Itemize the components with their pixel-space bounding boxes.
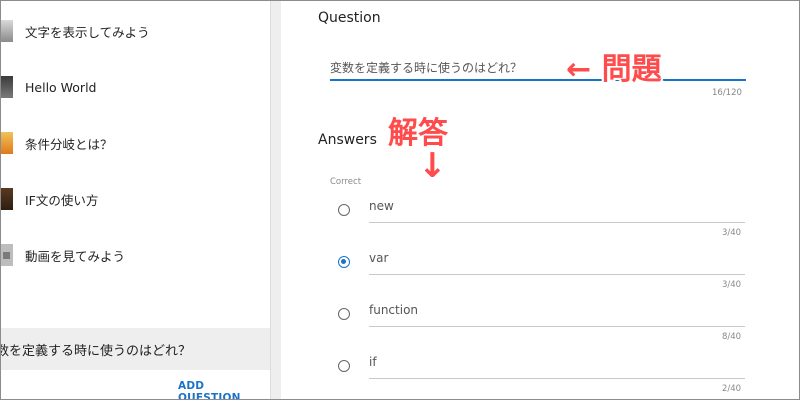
- question-heading: Question: [318, 10, 381, 26]
- sidebar: 文字を表示してみよう Hello World 条件分岐とは？ IF文の使い方 動…: [0, 0, 270, 400]
- panel-divider: [270, 0, 281, 400]
- sidebar-item-if-statement[interactable]: IF文の使い方: [0, 179, 270, 219]
- question-editor: Question 変数を定義する時に使うのはどれ？ 16/120 Answers…: [282, 0, 800, 400]
- video-placeholder-icon: [0, 244, 13, 266]
- sidebar-item-label: 動画を見てみよう: [25, 248, 126, 264]
- sidebar-item-label: 数を定義する時に使うのはどれ？: [0, 343, 192, 359]
- answer-row: var 3/40: [282, 247, 800, 299]
- correct-radio-selected[interactable]: [338, 256, 350, 268]
- answer-char-counter: 2/40: [722, 384, 742, 394]
- sidebar-item-label: 条件分岐とは？: [25, 136, 113, 152]
- thumbnail-image: [0, 20, 13, 42]
- answer-input[interactable]: if: [369, 355, 745, 379]
- correct-radio[interactable]: [338, 360, 350, 372]
- sidebar-item-video[interactable]: 動画を見てみよう: [0, 235, 270, 275]
- sidebar-item-label: Hello World: [25, 79, 97, 95]
- thumbnail-image: [0, 188, 13, 210]
- answer-input[interactable]: var: [369, 251, 745, 275]
- answer-char-counter: 3/40: [722, 280, 742, 290]
- answer-row: if 2/40: [282, 351, 800, 400]
- sidebar-item-label: 文字を表示してみよう: [25, 24, 150, 40]
- answer-char-counter: 8/40: [722, 332, 742, 342]
- correct-column-label: Correct: [330, 177, 362, 187]
- question-input[interactable]: 変数を定義する時に使うのはどれ？: [330, 55, 746, 81]
- answers-heading: Answers: [318, 132, 377, 148]
- sidebar-item-conditional[interactable]: 条件分岐とは？: [0, 123, 270, 163]
- correct-radio[interactable]: [338, 308, 350, 320]
- thumbnail-image: [0, 76, 13, 98]
- answer-row: new 3/40: [282, 195, 800, 247]
- answer-input[interactable]: new: [369, 199, 745, 223]
- thumbnail-image: [0, 132, 13, 154]
- question-char-counter: 16/120: [712, 88, 742, 98]
- answer-input[interactable]: function: [369, 303, 745, 327]
- correct-radio[interactable]: [338, 204, 350, 216]
- sidebar-item-hello-world[interactable]: Hello World: [0, 67, 270, 107]
- question-annotation: ← 問題: [566, 52, 662, 87]
- answer-char-counter: 3/40: [722, 228, 742, 238]
- answer-row: function 8/40: [282, 299, 800, 351]
- sidebar-item-current-question[interactable]: 数を定義する時に使うのはどれ？: [0, 328, 270, 370]
- sidebar-item-label: IF文の使い方: [25, 192, 99, 208]
- sidebar-item-text-display[interactable]: 文字を表示してみよう: [0, 11, 270, 51]
- add-question-button[interactable]: ADD QUESTION: [178, 380, 270, 400]
- down-arrow-icon: ↓: [418, 146, 447, 186]
